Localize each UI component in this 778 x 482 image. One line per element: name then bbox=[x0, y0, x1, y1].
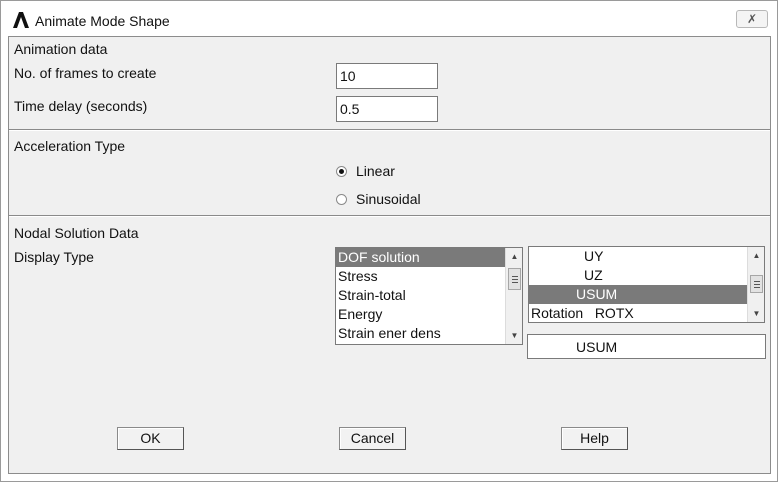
radio-sinusoidal-label: Sinusoidal bbox=[356, 191, 421, 207]
window-title: Animate Mode Shape bbox=[35, 13, 170, 29]
scroll-thumb[interactable] bbox=[750, 275, 763, 293]
frames-input[interactable]: 10 bbox=[336, 63, 438, 89]
time-delay-label: Time delay (seconds) bbox=[14, 98, 148, 114]
display-item-strain-total[interactable]: Strain-total bbox=[336, 286, 522, 305]
close-button[interactable]: ✗ bbox=[736, 10, 768, 28]
help-button[interactable]: Help bbox=[561, 427, 628, 450]
radio-sinusoidal-indicator bbox=[336, 193, 347, 205]
component-item-rotation-rotx[interactable]: Rotation ROTX bbox=[529, 304, 764, 322]
radio-linear-label: Linear bbox=[356, 163, 395, 179]
scroll-down-arrow-icon[interactable]: ▼ bbox=[506, 327, 522, 344]
ok-button[interactable]: OK bbox=[117, 427, 184, 450]
display-item-energy[interactable]: Energy bbox=[336, 305, 522, 324]
animation-data-label: Animation data bbox=[14, 41, 108, 57]
separator-2 bbox=[9, 215, 770, 217]
display-item-dof-solution[interactable]: DOF solution bbox=[336, 248, 522, 267]
scroll-up-arrow-icon[interactable]: ▲ bbox=[506, 248, 522, 265]
acceleration-type-label: Acceleration Type bbox=[14, 138, 126, 154]
ansys-logo-icon bbox=[13, 12, 29, 28]
scroll-up-arrow-icon[interactable]: ▲ bbox=[748, 247, 764, 264]
display-type-list[interactable]: DOF solution Stress Strain-total Energy … bbox=[335, 247, 523, 345]
dialog-body: Animation data No. of frames to create 1… bbox=[8, 36, 771, 474]
nodal-solution-label: Nodal Solution Data bbox=[14, 225, 139, 241]
display-item-strain-ener-dens[interactable]: Strain ener dens bbox=[336, 324, 522, 343]
component-selection-field[interactable]: USUM bbox=[527, 334, 766, 359]
close-icon: ✗ bbox=[746, 12, 758, 26]
component-item-uz[interactable]: UZ bbox=[529, 266, 764, 285]
separator-1 bbox=[9, 129, 770, 131]
display-type-label: Display Type bbox=[14, 249, 94, 265]
scroll-thumb[interactable] bbox=[508, 268, 521, 290]
animate-mode-shape-dialog: Animate Mode Shape ✗ Animation data No. … bbox=[0, 0, 778, 482]
display-list-scrollbar[interactable]: ▲ ▼ bbox=[505, 248, 522, 344]
radio-sinusoidal[interactable]: Sinusoidal bbox=[336, 191, 421, 207]
cancel-button[interactable]: Cancel bbox=[339, 427, 406, 450]
component-item-uy[interactable]: UY bbox=[529, 247, 764, 266]
radio-linear-indicator bbox=[336, 165, 347, 177]
radio-linear[interactable]: Linear bbox=[336, 163, 395, 179]
scroll-down-arrow-icon[interactable]: ▼ bbox=[748, 305, 764, 322]
time-delay-input[interactable]: 0.5 bbox=[336, 96, 438, 122]
display-item-stress[interactable]: Stress bbox=[336, 267, 522, 286]
frames-label: No. of frames to create bbox=[14, 65, 157, 81]
component-item-usum[interactable]: USUM bbox=[529, 285, 764, 304]
component-list[interactable]: UY UZ USUM Rotation ROTX ▲ ▼ bbox=[528, 246, 765, 323]
component-list-scrollbar[interactable]: ▲ ▼ bbox=[747, 247, 764, 322]
title-bar: Animate Mode Shape ✗ bbox=[2, 2, 776, 36]
